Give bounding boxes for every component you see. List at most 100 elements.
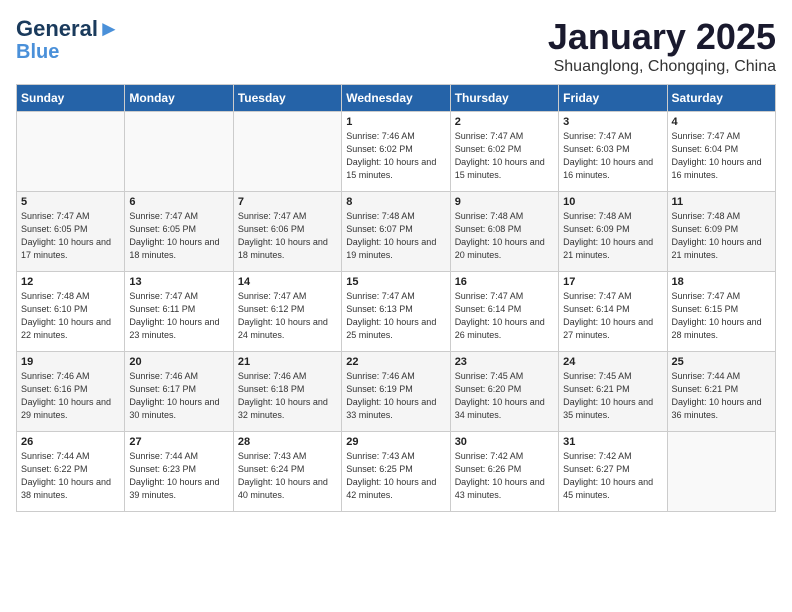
calendar-cell: 16Sunrise: 7:47 AM Sunset: 6:14 PM Dayli…: [450, 272, 558, 352]
page-header: General► Blue January 2025 Shuanglong, C…: [16, 16, 776, 76]
week-row-3: 12Sunrise: 7:48 AM Sunset: 6:10 PM Dayli…: [17, 272, 776, 352]
weekday-saturday: Saturday: [667, 85, 775, 112]
logo-blue: Blue: [16, 42, 59, 62]
day-number: 18: [672, 276, 771, 288]
calendar-cell: 20 Sunrise: 7:46 AM Sunset: 6:17 PM Dayli…: [125, 352, 233, 432]
day-info: Sunrise: 7:44 AM Sunset: 6:23 PM Dayligh…: [129, 450, 228, 502]
calendar-cell: 9 Sunrise: 7:48 AM Sunset: 6:08 PM Daylig…: [450, 192, 558, 272]
week-row-4: 19 Sunrise: 7:46 AM Sunset: 6:16 PM Dayli…: [17, 352, 776, 432]
day-info: Sunrise: 7:47 AM Sunset: 6:05 PM Dayligh…: [129, 210, 228, 262]
day-info: Sunrise: 7:47 AM Sunset: 6:11 PM Dayligh…: [129, 290, 228, 342]
day-info: Sunrise: 7:47 AM Sunset: 6:12 PM Dayligh…: [238, 290, 337, 342]
day-number: 24: [563, 356, 662, 368]
day-number: 12: [21, 276, 120, 288]
day-info: Sunrise: 7:47 AM Sunset: 6:06 PM Dayligh…: [238, 210, 337, 262]
calendar-cell: 23 Sunrise: 7:45 AM Sunset: 6:20 PM Dayli…: [450, 352, 558, 432]
weekday-header-row: SundayMondayTuesdayWednesdayThursdayFrid…: [17, 85, 776, 112]
calendar-title: January 2025: [548, 16, 776, 58]
day-number: 28: [238, 436, 337, 448]
calendar-cell: 3 Sunrise: 7:47 AM Sunset: 6:03 PM Daylig…: [559, 112, 667, 192]
calendar-cell: 31 Sunrise: 7:42 AM Sunset: 6:27 PM Dayli…: [559, 432, 667, 512]
calendar-cell: 18 Sunrise: 7:47 AM Sunset: 6:15 PM Dayli…: [667, 272, 775, 352]
calendar-cell: 7 Sunrise: 7:47 AM Sunset: 6:06 PM Daylig…: [233, 192, 341, 272]
weekday-friday: Friday: [559, 85, 667, 112]
day-info: Sunrise: 7:48 AM Sunset: 6:08 PM Dayligh…: [455, 210, 554, 262]
calendar-cell: 27 Sunrise: 7:44 AM Sunset: 6:23 PM Dayli…: [125, 432, 233, 512]
day-number: 31: [563, 436, 662, 448]
calendar-cell: 15 Sunrise: 7:47 AM Sunset: 6:13 PM Dayli…: [342, 272, 450, 352]
day-number: 1: [346, 116, 445, 128]
day-number: 19: [21, 356, 120, 368]
calendar-cell: 10 Sunrise: 7:48 AM Sunset: 6:09 PM Dayli…: [559, 192, 667, 272]
calendar-cell: 28Sunrise: 7:43 AM Sunset: 6:24 PM Dayli…: [233, 432, 341, 512]
calendar-cell: 12Sunrise: 7:48 AM Sunset: 6:10 PM Dayli…: [17, 272, 125, 352]
day-number: 14: [238, 276, 337, 288]
day-info: Sunrise: 7:47 AM Sunset: 6:04 PM Dayligh…: [672, 130, 771, 182]
day-number: 3: [563, 116, 662, 128]
day-info: Sunrise: 7:48 AM Sunset: 6:09 PM Dayligh…: [563, 210, 662, 262]
day-info: Sunrise: 7:44 AM Sunset: 6:21 PM Dayligh…: [672, 370, 771, 422]
day-number: 4: [672, 116, 771, 128]
weekday-thursday: Thursday: [450, 85, 558, 112]
day-number: 7: [238, 196, 337, 208]
day-info: Sunrise: 7:42 AM Sunset: 6:26 PM Dayligh…: [455, 450, 554, 502]
day-number: 5: [21, 196, 120, 208]
calendar-cell: [667, 432, 775, 512]
day-number: 25: [672, 356, 771, 368]
day-number: 13: [129, 276, 228, 288]
day-number: 26: [21, 436, 120, 448]
calendar-table: SundayMondayTuesdayWednesdayThursdayFrid…: [16, 84, 776, 512]
day-number: 8: [346, 196, 445, 208]
day-info: Sunrise: 7:47 AM Sunset: 6:13 PM Dayligh…: [346, 290, 445, 342]
calendar-cell: 24 Sunrise: 7:45 AM Sunset: 6:21 PM Dayli…: [559, 352, 667, 432]
calendar-cell: 21Sunrise: 7:46 AM Sunset: 6:18 PM Dayli…: [233, 352, 341, 432]
day-info: Sunrise: 7:46 AM Sunset: 6:17 PM Dayligh…: [129, 370, 228, 422]
day-number: 20: [129, 356, 228, 368]
day-info: Sunrise: 7:42 AM Sunset: 6:27 PM Dayligh…: [563, 450, 662, 502]
calendar-cell: [125, 112, 233, 192]
day-number: 23: [455, 356, 554, 368]
day-number: 30: [455, 436, 554, 448]
day-number: 9: [455, 196, 554, 208]
calendar-cell: 29Sunrise: 7:43 AM Sunset: 6:25 PM Dayli…: [342, 432, 450, 512]
day-info: Sunrise: 7:46 AM Sunset: 6:16 PM Dayligh…: [21, 370, 120, 422]
day-info: Sunrise: 7:45 AM Sunset: 6:21 PM Dayligh…: [563, 370, 662, 422]
calendar-cell: 11Sunrise: 7:48 AM Sunset: 6:09 PM Dayli…: [667, 192, 775, 272]
day-info: Sunrise: 7:46 AM Sunset: 6:02 PM Dayligh…: [346, 130, 445, 182]
day-info: Sunrise: 7:48 AM Sunset: 6:09 PM Dayligh…: [672, 210, 771, 262]
day-number: 27: [129, 436, 228, 448]
day-info: Sunrise: 7:46 AM Sunset: 6:18 PM Dayligh…: [238, 370, 337, 422]
calendar-cell: 22 Sunrise: 7:46 AM Sunset: 6:19 PM Dayli…: [342, 352, 450, 432]
day-info: Sunrise: 7:47 AM Sunset: 6:15 PM Dayligh…: [672, 290, 771, 342]
title-block: January 2025 Shuanglong, Chongqing, Chin…: [548, 16, 776, 76]
day-number: 22: [346, 356, 445, 368]
day-number: 10: [563, 196, 662, 208]
calendar-cell: 13 Sunrise: 7:47 AM Sunset: 6:11 PM Dayli…: [125, 272, 233, 352]
calendar-subtitle: Shuanglong, Chongqing, China: [548, 58, 776, 76]
day-info: Sunrise: 7:47 AM Sunset: 6:14 PM Dayligh…: [455, 290, 554, 342]
day-info: Sunrise: 7:47 AM Sunset: 6:03 PM Dayligh…: [563, 130, 662, 182]
day-info: Sunrise: 7:47 AM Sunset: 6:05 PM Dayligh…: [21, 210, 120, 262]
day-number: 2: [455, 116, 554, 128]
day-number: 6: [129, 196, 228, 208]
day-number: 29: [346, 436, 445, 448]
calendar-cell: 25 Sunrise: 7:44 AM Sunset: 6:21 PM Dayli…: [667, 352, 775, 432]
day-info: Sunrise: 7:45 AM Sunset: 6:20 PM Dayligh…: [455, 370, 554, 422]
calendar-cell: 8Sunrise: 7:48 AM Sunset: 6:07 PM Daylig…: [342, 192, 450, 272]
calendar-cell: [233, 112, 341, 192]
calendar-cell: 17 Sunrise: 7:47 AM Sunset: 6:14 PM Dayli…: [559, 272, 667, 352]
weekday-wednesday: Wednesday: [342, 85, 450, 112]
calendar-cell: 4 Sunrise: 7:47 AM Sunset: 6:04 PM Daylig…: [667, 112, 775, 192]
day-number: 17: [563, 276, 662, 288]
calendar-cell: 5 Sunrise: 7:47 AM Sunset: 6:05 PM Daylig…: [17, 192, 125, 272]
day-info: Sunrise: 7:47 AM Sunset: 6:14 PM Dayligh…: [563, 290, 662, 342]
week-row-1: 1 Sunrise: 7:46 AM Sunset: 6:02 PM Daylig…: [17, 112, 776, 192]
calendar-cell: 2 Sunrise: 7:47 AM Sunset: 6:02 PM Daylig…: [450, 112, 558, 192]
calendar-cell: 14 Sunrise: 7:47 AM Sunset: 6:12 PM Dayli…: [233, 272, 341, 352]
logo-text: General►: [16, 16, 120, 42]
day-info: Sunrise: 7:47 AM Sunset: 6:02 PM Dayligh…: [455, 130, 554, 182]
day-number: 15: [346, 276, 445, 288]
day-info: Sunrise: 7:46 AM Sunset: 6:19 PM Dayligh…: [346, 370, 445, 422]
calendar-cell: 30 Sunrise: 7:42 AM Sunset: 6:26 PM Dayli…: [450, 432, 558, 512]
weekday-tuesday: Tuesday: [233, 85, 341, 112]
